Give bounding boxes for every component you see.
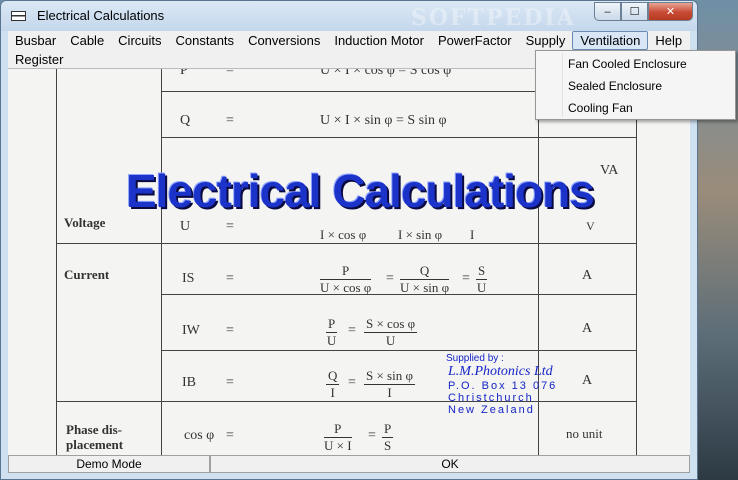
formula-sheet: P = U × I × cos φ = S cos φ Q = U × I × … xyxy=(8,69,690,455)
equals-sign: = xyxy=(368,428,376,443)
equals-sign: = xyxy=(226,69,234,78)
unit-a: A xyxy=(582,268,593,283)
symbol-is: IS xyxy=(182,271,195,286)
symbol-iw: IW xyxy=(182,323,200,338)
equals-sign: = xyxy=(348,323,356,338)
menu-powerfactor[interactable]: PowerFactor xyxy=(431,31,519,50)
menu-conversions[interactable]: Conversions xyxy=(241,31,327,50)
equals-sign: = xyxy=(226,271,234,286)
title-bar[interactable]: Electrical Calculations SOFTPEDIA ‒ ☐ ✕ xyxy=(1,1,697,31)
menu-help[interactable]: Help xyxy=(648,31,689,50)
unit-v: V xyxy=(586,219,595,233)
formula-u-den-3: I xyxy=(470,227,475,242)
close-button[interactable]: ✕ xyxy=(648,2,693,21)
symbol-cos-phi: cos φ xyxy=(184,428,215,443)
symbol-p: P xyxy=(180,69,188,78)
address-line: P.O. Box 13 076 xyxy=(448,380,558,392)
menu-row-2: Register xyxy=(8,50,70,69)
symbol-q: Q xyxy=(180,113,191,128)
menu-item-sealed-enclosure[interactable]: Sealed Enclosure xyxy=(538,75,733,97)
symbol-u: U xyxy=(180,219,191,234)
splash-title: Electrical Calculations xyxy=(126,165,595,217)
address-line: Christchurch xyxy=(448,392,534,404)
table-border-right xyxy=(636,69,637,455)
unit-a: A xyxy=(582,321,593,336)
fraction-iw-1: PU xyxy=(326,316,338,348)
table-row-line xyxy=(161,294,637,295)
fraction-phase-2: PS xyxy=(382,421,394,453)
equals-sign: = xyxy=(348,375,356,390)
maximize-button[interactable]: ☐ xyxy=(621,2,648,21)
supplier-info: Supplied by : L.M.Photonics Ltd P.O. Box… xyxy=(446,353,557,416)
label-phase-2: placement xyxy=(66,437,124,452)
app-icon[interactable] xyxy=(11,11,26,21)
menu-ventilation[interactable]: Ventilation xyxy=(572,31,649,50)
symbol-ib: IB xyxy=(182,375,196,390)
equals-sign: = xyxy=(226,375,234,390)
table-row-line xyxy=(56,243,637,244)
formula-u-den-2: I × sin φ xyxy=(398,227,443,242)
menu-item-cooling-fan[interactable]: Cooling Fan xyxy=(538,97,733,119)
formula-q: U × I × sin φ = S sin φ xyxy=(320,113,447,128)
minimize-button[interactable]: ‒ xyxy=(594,2,621,21)
status-bar: Demo Mode OK xyxy=(8,455,690,473)
watermark-text: SOFTPEDIA xyxy=(411,5,576,31)
address-line: New Zealand xyxy=(448,404,535,416)
label-current: Current xyxy=(64,267,110,282)
equals-sign: = xyxy=(226,428,234,443)
fraction-iw-2: S × cos φU xyxy=(364,316,418,348)
fraction-ib-1: QI xyxy=(326,368,340,400)
table-border-left xyxy=(56,69,57,455)
unit-va: VA xyxy=(600,163,619,178)
equals-sign: = xyxy=(386,271,394,286)
equals-sign: = xyxy=(226,113,234,128)
menu-circuits[interactable]: Circuits xyxy=(111,31,168,50)
close-icon: ✕ xyxy=(665,6,676,18)
label-voltage: Voltage xyxy=(64,215,106,230)
fraction-ib-2: S × sin φI xyxy=(364,368,415,400)
fraction-is-1: PU × cos φ xyxy=(320,263,372,295)
unit-none: no unit xyxy=(566,426,603,441)
equals-sign: = xyxy=(462,271,470,286)
ventilation-dropdown: Fan Cooled Enclosure Sealed Enclosure Co… xyxy=(535,50,736,120)
table-row-line xyxy=(161,137,637,138)
menu-busbar[interactable]: Busbar xyxy=(8,31,63,50)
formula-u-den-1: I × cos φ xyxy=(320,227,367,242)
window-controls: ‒ ☐ ✕ xyxy=(594,2,693,21)
menu-cable[interactable]: Cable xyxy=(63,31,111,50)
supplied-by-label: Supplied by : xyxy=(446,353,504,364)
menu-row-1: Busbar Cable Circuits Constants Conversi… xyxy=(8,31,689,50)
table-col-divider-1 xyxy=(161,69,162,455)
minimize-icon: ‒ xyxy=(604,5,611,18)
menu-register[interactable]: Register xyxy=(8,50,70,69)
window-title: Electrical Calculations xyxy=(37,8,165,23)
fraction-is-2: QU × sin φ xyxy=(400,263,450,295)
menu-item-fan-cooled-enclosure[interactable]: Fan Cooled Enclosure xyxy=(538,53,733,75)
menu-induction-motor[interactable]: Induction Motor xyxy=(327,31,431,50)
menu-constants[interactable]: Constants xyxy=(169,31,242,50)
company-name: L.M.Photonics Ltd xyxy=(448,364,553,379)
equals-sign: = xyxy=(226,323,234,338)
label-phase-1: Phase dis- xyxy=(66,422,122,437)
ok-button[interactable]: OK xyxy=(210,455,690,473)
table-row-line xyxy=(161,350,637,351)
menu-supply[interactable]: Supply xyxy=(519,31,573,50)
fraction-is-3: SU xyxy=(476,263,488,295)
fraction-phase-1: PU × I xyxy=(324,421,352,453)
maximize-icon: ☐ xyxy=(629,6,640,18)
status-mode: Demo Mode xyxy=(8,455,210,473)
formula-p: U × I × cos φ = S cos φ xyxy=(320,69,452,78)
equals-sign: = xyxy=(226,219,234,234)
unit-a: A xyxy=(582,373,593,388)
